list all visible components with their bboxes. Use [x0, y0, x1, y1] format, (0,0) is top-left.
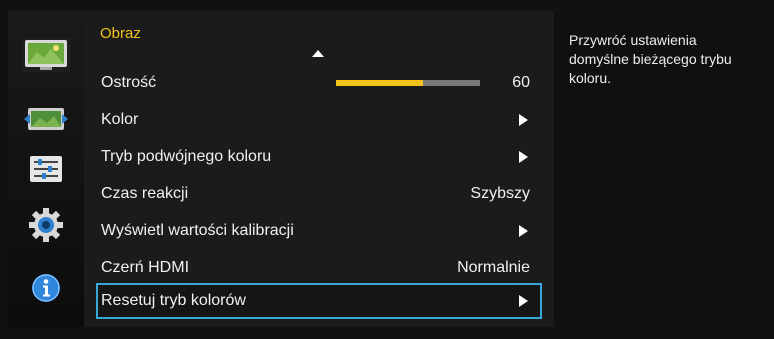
chevron-right-icon [519, 151, 528, 163]
info-icon [32, 274, 60, 302]
menu-item-label: Wyświetl wartości kalibracji [101, 222, 294, 239]
help-text: Przywróć ustawienia domyślne bieżącego t… [569, 32, 732, 86]
sidebar-item-settings[interactable] [22, 152, 70, 186]
menu-item-reset-color-mode[interactable]: Resetuj tryb kolorów [96, 283, 542, 319]
picture-icon [25, 40, 67, 70]
chevron-right-icon [519, 295, 528, 307]
picture-menu: Obraz Ostrość 60 Kolor Tryb podwójnego k… [84, 11, 554, 327]
menu-item-label: Tryb podwójnego koloru [101, 148, 272, 165]
menu-item-hdmi-black[interactable]: Czerń HDMI Normalnie [96, 250, 542, 286]
menu-item-sharpness[interactable]: Ostrość 60 [96, 65, 542, 101]
sidebar [8, 11, 84, 327]
menu-item-dual-color-mode[interactable]: Tryb podwójnego koloru [96, 139, 542, 175]
menu-item-label: Czas reakcji [101, 185, 189, 202]
sharpness-value: 60 [512, 74, 530, 91]
menu-item-label: Ostrość [101, 74, 157, 91]
menu-item-show-calibration[interactable]: Wyświetl wartości kalibracji [96, 213, 542, 249]
gear-icon [29, 208, 63, 242]
sidebar-item-info[interactable] [22, 271, 70, 305]
osd-window: Obraz Ostrość 60 Kolor Tryb podwójnego k… [0, 0, 774, 339]
scroll-up-arrow-icon[interactable] [312, 50, 324, 57]
sharpness-slider[interactable] [336, 80, 481, 86]
screen-size-icon [24, 108, 68, 130]
sidebar-item-screen-size[interactable] [22, 102, 70, 136]
hdmi-black-value: Normalnie [457, 259, 530, 276]
sidebar-item-picture[interactable] [22, 38, 70, 72]
menu-item-label: Czerń HDMI [101, 259, 190, 276]
sidebar-item-system[interactable] [22, 208, 70, 242]
chevron-right-icon [519, 225, 528, 237]
help-panel: Przywróć ustawienia domyślne bieżącego t… [554, 11, 766, 327]
menu-item-label: Resetuj tryb kolorów [101, 292, 246, 309]
menu-item-response-time[interactable]: Czas reakcji Szybszy [96, 176, 542, 212]
menu-title: Obraz [100, 25, 141, 42]
sharpness-control: 60 [336, 74, 530, 92]
menu-item-label: Kolor [101, 111, 139, 128]
sharpness-slider-fill [336, 80, 423, 86]
response-time-value: Szybszy [470, 185, 530, 202]
chevron-right-icon [519, 114, 528, 126]
menu-item-color[interactable]: Kolor [96, 102, 542, 138]
settings-sliders-icon [30, 156, 62, 182]
